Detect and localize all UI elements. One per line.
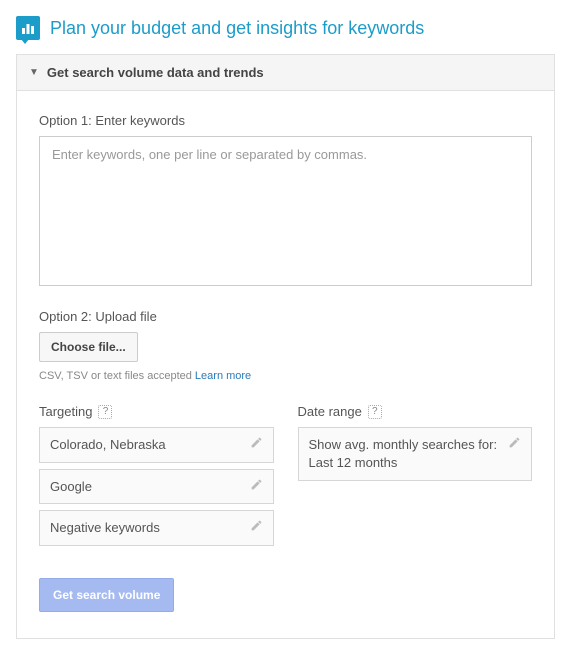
search-volume-panel: ▼ Get search volume data and trends Opti… [16,54,555,639]
pencil-icon [250,478,263,491]
learn-more-link[interactable]: Learn more [195,370,251,382]
targeting-label: Targeting ? [39,404,274,419]
page-header: Plan your budget and get insights for ke… [16,16,555,40]
targeting-network-field[interactable]: Google [39,469,274,505]
option1-label: Option 1: Enter keywords [39,113,532,128]
get-search-volume-button[interactable]: Get search volume [39,578,174,612]
keywords-textarea[interactable] [39,136,532,286]
targeting-negative-field[interactable]: Negative keywords [39,510,274,546]
choose-file-button[interactable]: Choose file... [39,332,138,362]
chevron-down-icon: ▼ [29,67,39,78]
daterange-column: Date range ? Show avg. monthly searches … [298,404,533,552]
file-helper-text: CSV, TSV or text files accepted Learn mo… [39,370,532,382]
targeting-location-field[interactable]: Colorado, Nebraska [39,427,274,463]
daterange-field[interactable]: Show avg. monthly searches for: Last 12 … [298,427,533,481]
pencil-icon [508,436,521,449]
daterange-label: Date range ? [298,404,533,419]
page-title: Plan your budget and get insights for ke… [50,18,424,39]
chart-bubble-icon [16,16,40,40]
targeting-column: Targeting ? Colorado, Nebraska Google Ne… [39,404,274,552]
panel-header[interactable]: ▼ Get search volume data and trends [17,55,554,91]
panel-body: Option 1: Enter keywords Option 2: Uploa… [17,91,554,638]
panel-title: Get search volume data and trends [47,65,264,80]
targeting-help-icon[interactable]: ? [98,405,112,419]
option2-label: Option 2: Upload file [39,309,532,324]
daterange-help-icon[interactable]: ? [368,405,382,419]
pencil-icon [250,519,263,532]
pencil-icon [250,436,263,449]
